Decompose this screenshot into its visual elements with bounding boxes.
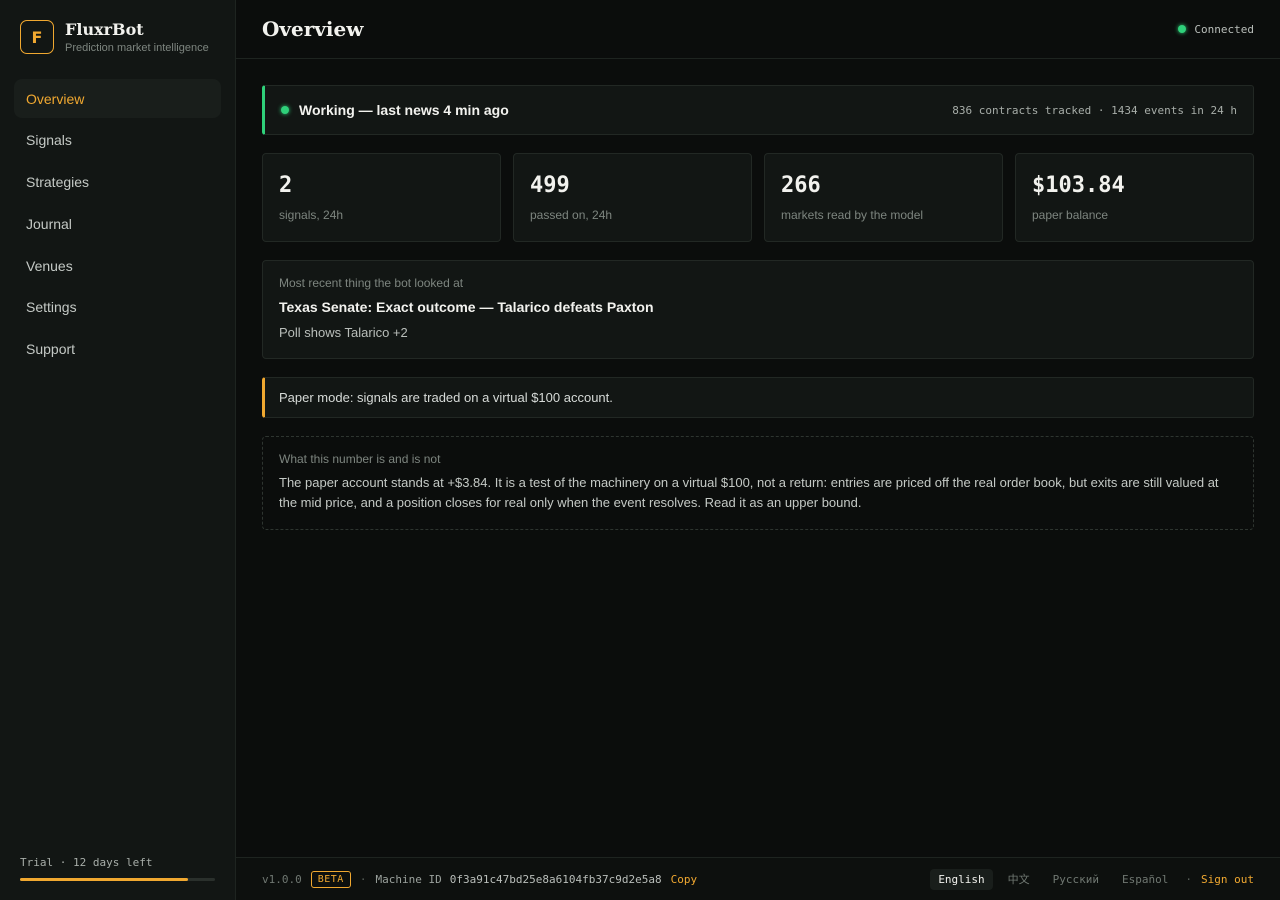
footer: v1.0.0 BETA · Machine ID 0f3a91c47bd25e8… (236, 857, 1280, 900)
stat-label: passed on, 24h (530, 208, 613, 222)
recent-label: Most recent thing the bot looked at (279, 276, 464, 290)
working-dot-icon (281, 106, 289, 114)
stat-value: $103.84 (1032, 173, 1125, 198)
language-english[interactable]: English (930, 868, 993, 890)
brand-text: FluxrBot Prediction market intelligence (65, 20, 209, 54)
stat-cards: 2 signals, 24h 499 passed on, 24h 266 ma… (262, 153, 1254, 242)
trial-progress-fill (20, 878, 188, 881)
copy-machine-id-button[interactable]: Copy (671, 873, 698, 886)
stat-label: paper balance (1032, 208, 1109, 222)
explainer-box: What this number is and is not The paper… (262, 436, 1254, 530)
stat-label: markets read by the model (781, 208, 924, 222)
recent-detail: Poll shows Talarico +2 (279, 325, 408, 340)
separator: · (359, 872, 367, 886)
sidebar-item-settings[interactable]: Settings (14, 288, 221, 327)
paper-mode-notice: Paper mode: signals are traded on a virt… (262, 377, 1254, 418)
brand-name: FluxrBot (65, 20, 144, 39)
footer-left: v1.0.0 BETA · Machine ID 0f3a91c47bd25e8… (262, 870, 698, 888)
status-text: Working — last news 4 min ago (299, 102, 509, 118)
sidebar-item-venues[interactable]: Venues (14, 246, 221, 285)
working-status-banner: Working — last news 4 min ago 836 contra… (262, 85, 1254, 135)
connection-status: Connected (1178, 23, 1254, 36)
status-left: Working — last news 4 min ago (281, 102, 509, 118)
sidebar-item-support[interactable]: Support (14, 330, 221, 369)
stat-value: 2 (279, 173, 293, 198)
brand[interactable]: F FluxrBot Prediction market intelligenc… (20, 20, 209, 54)
sidebar-item-strategies[interactable]: Strategies (14, 163, 221, 202)
stat-label: signals, 24h (279, 208, 344, 222)
explainer-text: The paper account stands at +$3.84. It i… (279, 475, 1219, 510)
stat-value: 499 (530, 173, 570, 198)
explainer-label: What this number is and is not (279, 452, 441, 466)
sidebar-item-overview[interactable]: Overview (14, 79, 221, 118)
language-russian[interactable]: Русский (1045, 869, 1107, 890)
brand-logo: F (20, 20, 54, 54)
sidebar-item-journal[interactable]: Journal (14, 204, 221, 243)
brand-tagline: Prediction market intelligence (65, 42, 209, 54)
connected-dot-icon (1178, 25, 1187, 33)
language-spanish[interactable]: Español (1114, 869, 1176, 890)
language-chinese[interactable]: 中文 (1000, 867, 1038, 891)
overview-content: Working — last news 4 min ago 836 contra… (262, 85, 1254, 530)
sidebar-item-signals[interactable]: Signals (14, 121, 221, 160)
stat-card-signals: 2 signals, 24h (262, 153, 501, 242)
recent-title: Texas Senate: Exact outcome — Talarico d… (279, 299, 654, 315)
recent-item-card[interactable]: Most recent thing the bot looked at Texa… (262, 260, 1254, 359)
stat-card-balance: $103.84 paper balance (1015, 153, 1254, 242)
trial-status: Trial · 12 days left (20, 856, 215, 881)
sign-out-button[interactable]: Sign out (1201, 873, 1254, 886)
stat-value: 266 (781, 173, 821, 198)
version-label: v1.0.0 (262, 872, 302, 886)
stat-card-markets: 266 markets read by the model (764, 153, 1003, 242)
machine-id-value: 0f3a91c47bd25e8a6104fb37c9d2e5a8 (449, 872, 662, 886)
page-title: Overview (262, 17, 364, 41)
footer-right: English 中文 Русский Español · Sign out (923, 867, 1254, 891)
trial-progress-bar (20, 878, 215, 881)
main-area: Overview Connected Working — last news 4… (236, 0, 1280, 900)
topbar: Overview Connected (236, 0, 1280, 59)
separator: · (1185, 872, 1193, 886)
machine-id-label: Machine ID (375, 872, 442, 886)
status-summary: 836 contracts tracked · 1434 events in 2… (952, 103, 1237, 117)
stat-card-passed: 499 passed on, 24h (513, 153, 752, 242)
beta-badge: BETA (310, 870, 351, 888)
sidebar: F FluxrBot Prediction market intelligenc… (0, 0, 236, 900)
connection-label: Connected (1194, 22, 1254, 36)
sidebar-nav: Overview Signals Strategies Journal Venu… (14, 79, 221, 372)
trial-label: Trial · 12 days left (20, 856, 153, 869)
